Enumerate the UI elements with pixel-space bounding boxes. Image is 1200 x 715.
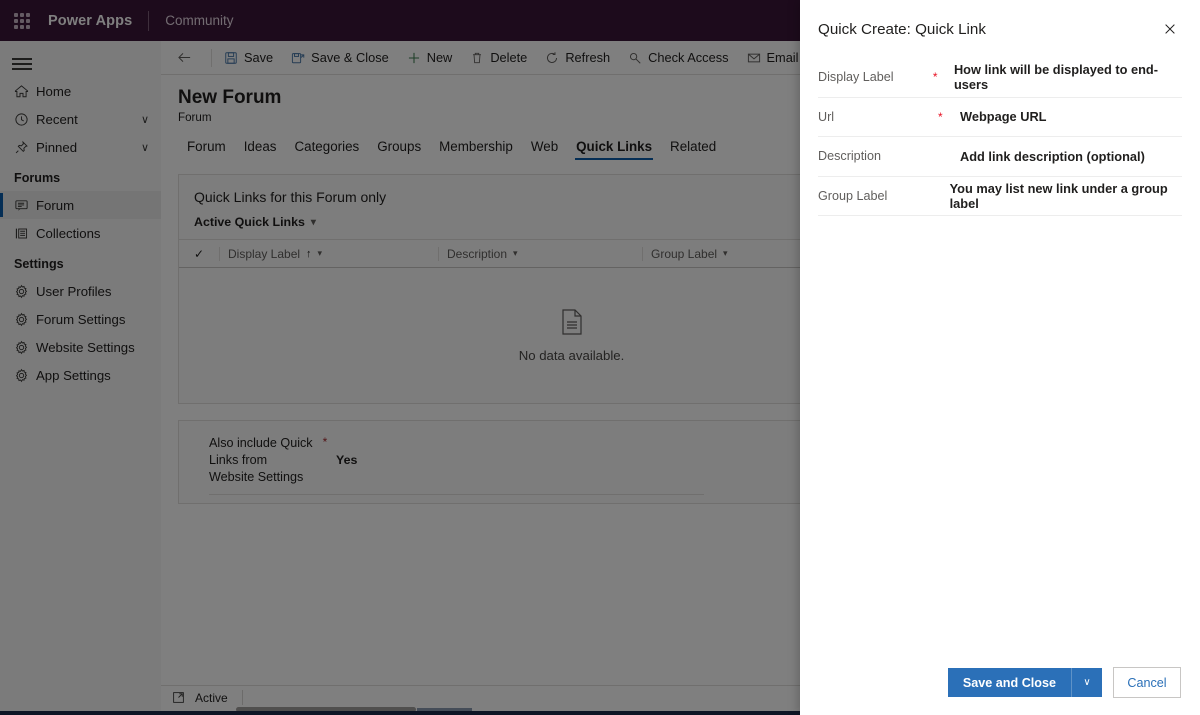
group-label-input[interactable]: You may list new link under a group labe… [950, 181, 1182, 211]
panel-footer: Save and Close ∨ Cancel [800, 667, 1200, 698]
field-label: Group Label [818, 188, 888, 203]
field-label: Url [818, 109, 835, 124]
cancel-button[interactable]: Cancel [1113, 667, 1181, 698]
field-label: Description [818, 149, 881, 164]
quick-create-panel: Quick Create: Quick Link Display Label *… [800, 0, 1200, 715]
display-label-input[interactable]: How link will be displayed to end-users [954, 62, 1182, 92]
panel-field-group-label[interactable]: Group Label You may list new link under … [818, 177, 1182, 216]
field-label: Display Label [818, 70, 894, 85]
panel-field-description[interactable]: Description Add link description (option… [818, 137, 1182, 177]
chevron-down-icon[interactable]: ∨ [1072, 668, 1102, 697]
url-input[interactable]: Webpage URL [960, 109, 1182, 124]
app-window: Power Apps Community Home Recent ∨ [0, 0, 1200, 715]
panel-field-url[interactable]: Url * Webpage URL [818, 98, 1182, 137]
save-and-close-split-button[interactable]: Save and Close ∨ [947, 668, 1102, 697]
required-asterisk: * [932, 70, 938, 85]
panel-field-display-label[interactable]: Display Label * How link will be display… [818, 58, 1182, 98]
panel-title: Quick Create: Quick Link [818, 20, 986, 38]
required-asterisk: * [938, 109, 943, 124]
description-input[interactable]: Add link description (optional) [960, 149, 1182, 164]
save-and-close-button[interactable]: Save and Close [947, 668, 1071, 697]
close-icon[interactable] [1154, 13, 1186, 45]
panel-header: Quick Create: Quick Link [800, 0, 1200, 58]
